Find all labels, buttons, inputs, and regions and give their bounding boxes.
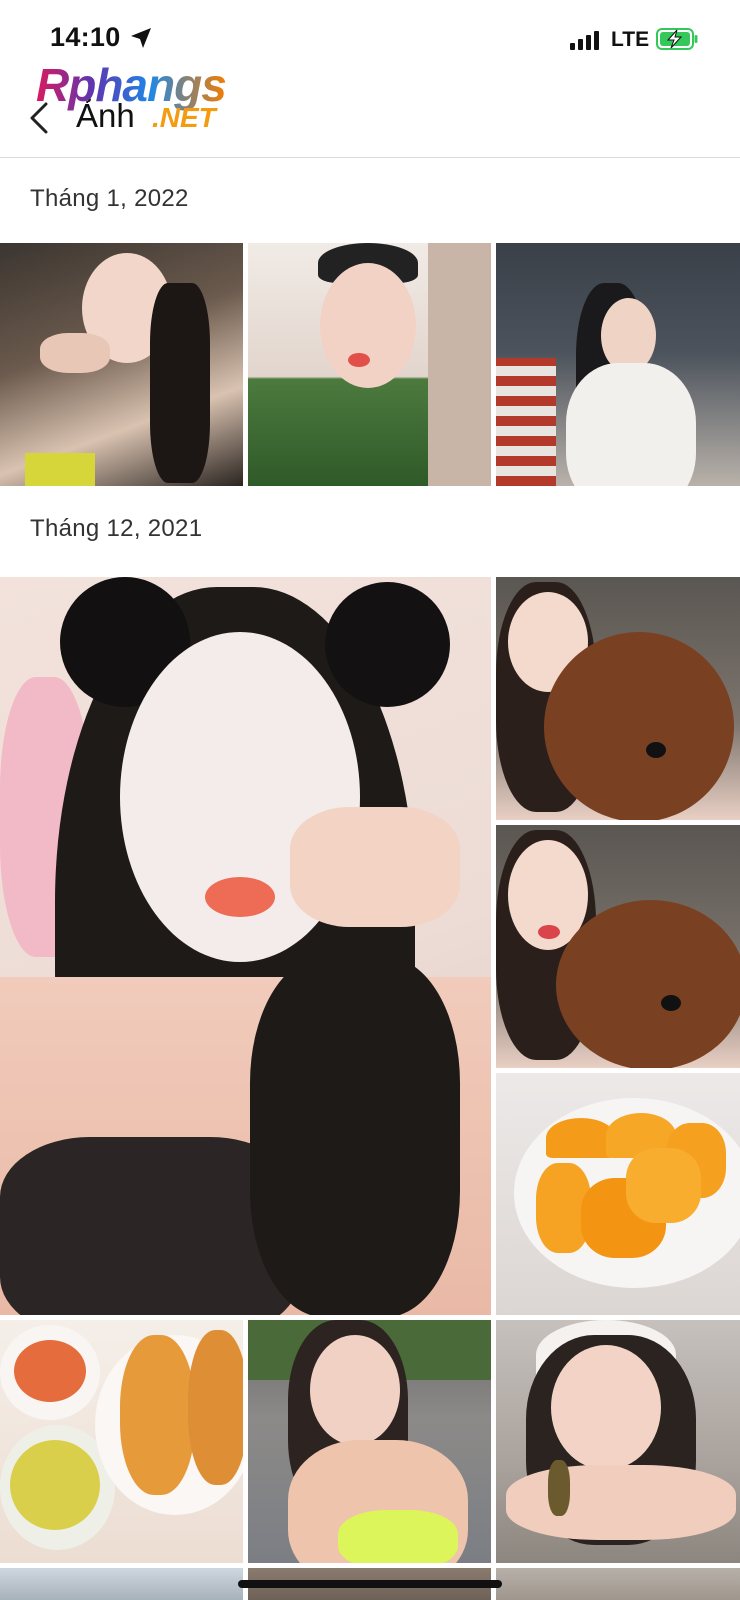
- location-arrow-icon: [131, 28, 151, 48]
- home-indicator[interactable]: [238, 1580, 502, 1588]
- photo-selfie-bracelet[interactable]: [496, 1320, 740, 1563]
- photo-pool-selfie[interactable]: [248, 1320, 491, 1563]
- photo-bread-breakfast[interactable]: [0, 1320, 243, 1563]
- photo-selfie-green-shirt[interactable]: [248, 243, 491, 486]
- status-bar: 14:10 LTE: [0, 0, 740, 80]
- photo-woman-white-shirt[interactable]: [496, 243, 740, 486]
- status-time: 14:10: [50, 22, 121, 52]
- photo-selfie-poodle-1[interactable]: [496, 577, 740, 820]
- section-label-jan-2022: Tháng 1, 2022: [30, 185, 189, 212]
- cellular-signal-icon: [570, 30, 604, 50]
- network-type: LTE: [611, 28, 650, 51]
- photo-selfie-poodle-2[interactable]: [496, 825, 740, 1068]
- photo-next-row-3[interactable]: [496, 1568, 740, 1600]
- battery-charging-icon: [656, 28, 698, 50]
- photo-face-mask-selfie[interactable]: [0, 577, 491, 1315]
- photo-orange-slices[interactable]: [496, 1073, 740, 1315]
- watermark-line-2: .NET: [152, 102, 216, 133]
- photo-next-row-1[interactable]: [0, 1568, 243, 1600]
- section-label-dec-2021: Tháng 12, 2021: [30, 515, 203, 542]
- photo-selfie-restaurant[interactable]: [0, 243, 243, 486]
